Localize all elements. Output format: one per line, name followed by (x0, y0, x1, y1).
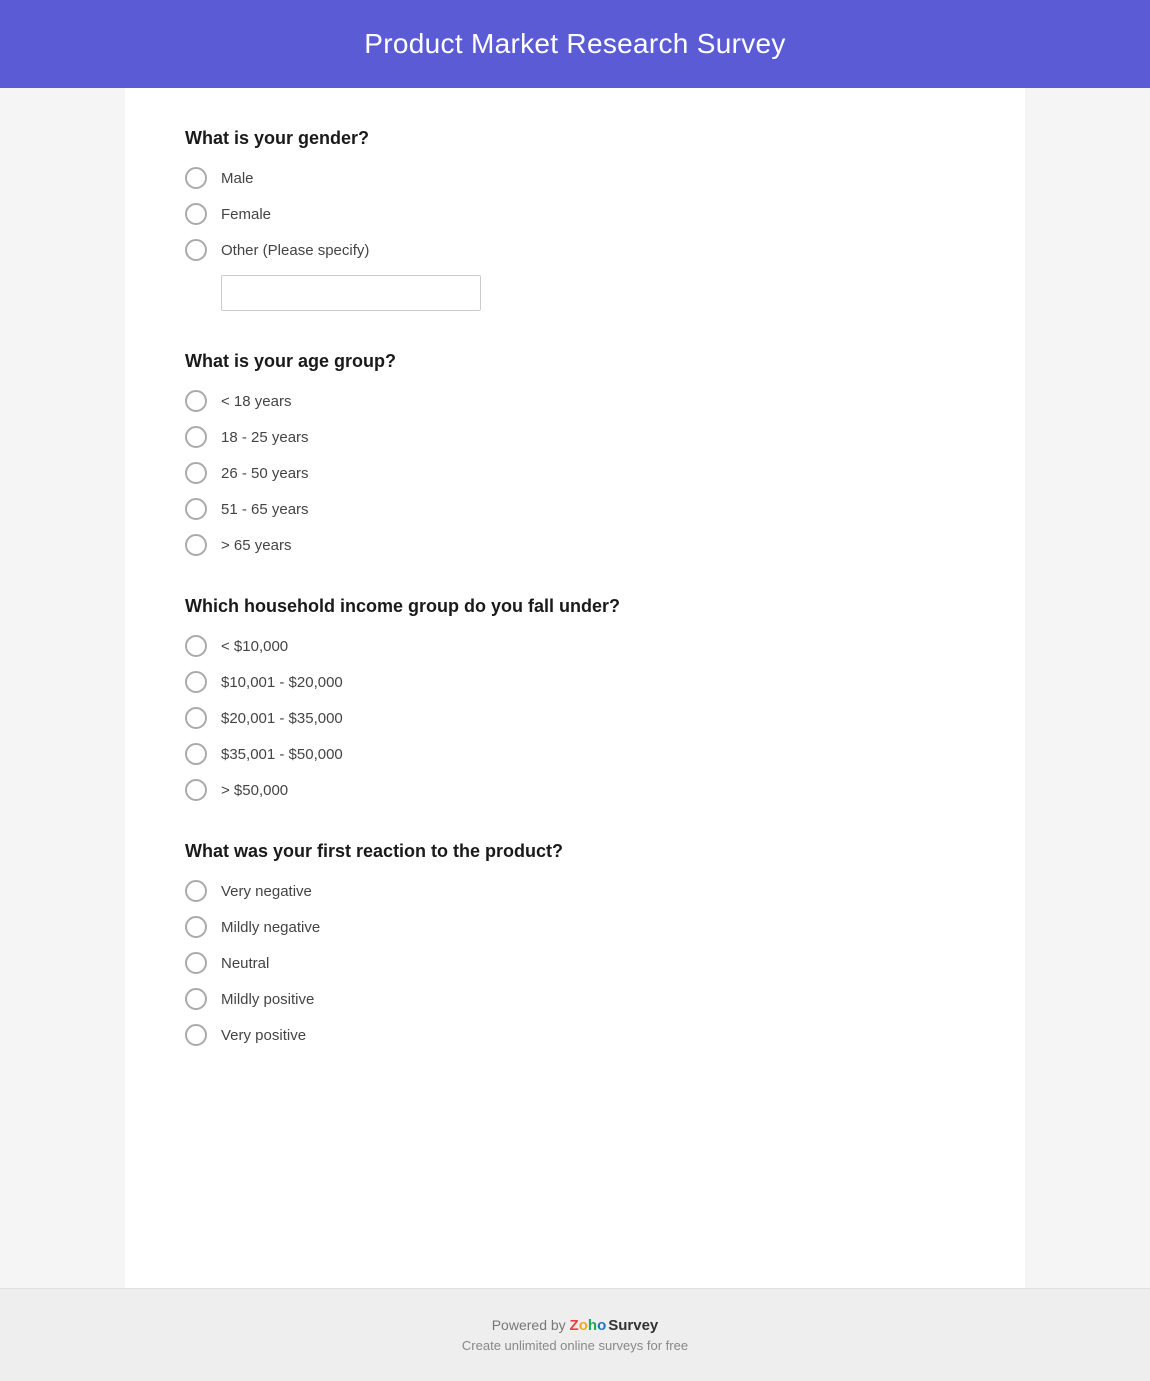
label-mildly-negative: Mildly negative (221, 919, 320, 936)
label-over65: > 65 years (221, 537, 291, 554)
survey-main: What is your gender? Male Female Other (… (125, 88, 1025, 1288)
label-over50k: > $50,000 (221, 782, 288, 799)
powered-by-text: Powered by (492, 1317, 566, 1333)
radio-51to65[interactable] (185, 498, 207, 520)
option-18to25[interactable]: 18 - 25 years (185, 426, 965, 448)
radio-male[interactable] (185, 167, 207, 189)
label-other: Other (Please specify) (221, 242, 369, 259)
label-18to25: 18 - 25 years (221, 429, 309, 446)
option-20kto35k[interactable]: $20,001 - $35,000 (185, 707, 965, 729)
label-very-negative: Very negative (221, 883, 312, 900)
label-male: Male (221, 170, 254, 187)
zoho-logo: Zoho Survey (570, 1317, 659, 1334)
zoho-letter-h: h (588, 1317, 597, 1334)
radio-very-negative[interactable] (185, 880, 207, 902)
zoho-letter-z: Z (570, 1317, 579, 1334)
radio-under10k[interactable] (185, 635, 207, 657)
question-gender: What is your gender? Male Female Other (… (185, 128, 965, 311)
question-reaction: What was your first reaction to the prod… (185, 841, 965, 1046)
radio-20kto35k[interactable] (185, 707, 207, 729)
survey-title: Product Market Research Survey (20, 28, 1130, 60)
radio-female[interactable] (185, 203, 207, 225)
radio-very-positive[interactable] (185, 1024, 207, 1046)
label-mildly-positive: Mildly positive (221, 991, 314, 1008)
radio-10kto20k[interactable] (185, 671, 207, 693)
radio-neutral[interactable] (185, 952, 207, 974)
question-reaction-label: What was your first reaction to the prod… (185, 841, 965, 862)
zoho-letter-o1: o (579, 1317, 588, 1334)
radio-35kto50k[interactable] (185, 743, 207, 765)
radio-mildly-positive[interactable] (185, 988, 207, 1010)
option-male[interactable]: Male (185, 167, 965, 189)
label-51to65: 51 - 65 years (221, 501, 309, 518)
option-under18[interactable]: < 18 years (185, 390, 965, 412)
other-specify-input[interactable] (221, 275, 481, 311)
radio-under18[interactable] (185, 390, 207, 412)
zoho-survey-label: Survey (608, 1317, 658, 1334)
radio-over65[interactable] (185, 534, 207, 556)
radio-18to25[interactable] (185, 426, 207, 448)
question-age-label: What is your age group? (185, 351, 965, 372)
option-51to65[interactable]: 51 - 65 years (185, 498, 965, 520)
label-10kto20k: $10,001 - $20,000 (221, 674, 343, 691)
question-income: Which household income group do you fall… (185, 596, 965, 801)
footer-tagline: Create unlimited online surveys for free (20, 1338, 1130, 1353)
option-other[interactable]: Other (Please specify) (185, 239, 965, 261)
option-female[interactable]: Female (185, 203, 965, 225)
label-very-positive: Very positive (221, 1027, 306, 1044)
label-female: Female (221, 206, 271, 223)
option-35kto50k[interactable]: $35,001 - $50,000 (185, 743, 965, 765)
question-income-label: Which household income group do you fall… (185, 596, 965, 617)
question-gender-label: What is your gender? (185, 128, 965, 149)
label-under10k: < $10,000 (221, 638, 288, 655)
option-very-positive[interactable]: Very positive (185, 1024, 965, 1046)
option-neutral[interactable]: Neutral (185, 952, 965, 974)
label-20kto35k: $20,001 - $35,000 (221, 710, 343, 727)
option-10kto20k[interactable]: $10,001 - $20,000 (185, 671, 965, 693)
question-age: What is your age group? < 18 years 18 - … (185, 351, 965, 556)
survey-header: Product Market Research Survey (0, 0, 1150, 88)
radio-mildly-negative[interactable] (185, 916, 207, 938)
radio-other[interactable] (185, 239, 207, 261)
survey-footer: Powered by Zoho Survey Create unlimited … (0, 1289, 1150, 1381)
option-over65[interactable]: > 65 years (185, 534, 965, 556)
label-under18: < 18 years (221, 393, 291, 410)
radio-over50k[interactable] (185, 779, 207, 801)
option-very-negative[interactable]: Very negative (185, 880, 965, 902)
zoho-letter-o2: o (597, 1317, 606, 1334)
option-mildly-negative[interactable]: Mildly negative (185, 916, 965, 938)
radio-26to50[interactable] (185, 462, 207, 484)
option-over50k[interactable]: > $50,000 (185, 779, 965, 801)
option-under10k[interactable]: < $10,000 (185, 635, 965, 657)
label-neutral: Neutral (221, 955, 269, 972)
option-mildly-positive[interactable]: Mildly positive (185, 988, 965, 1010)
powered-by-line: Powered by Zoho Survey (20, 1317, 1130, 1334)
label-35kto50k: $35,001 - $50,000 (221, 746, 343, 763)
label-26to50: 26 - 50 years (221, 465, 309, 482)
option-26to50[interactable]: 26 - 50 years (185, 462, 965, 484)
